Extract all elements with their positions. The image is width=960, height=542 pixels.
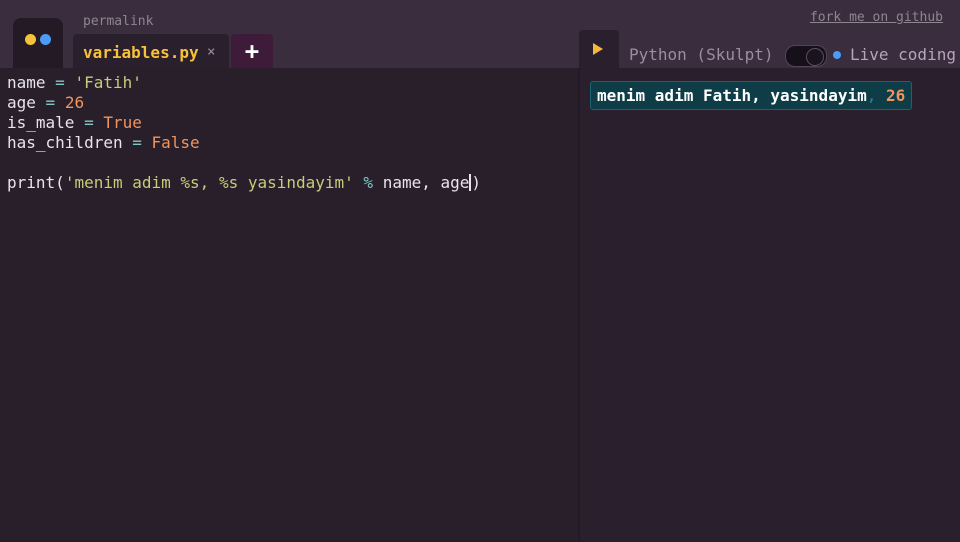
code-token: ( [55,173,65,192]
code-token: 'menim adim %s, %s yasindayim' [64,173,354,192]
live-coding-toggle[interactable] [785,45,827,67]
code-token: is_male [7,113,75,132]
engine-label: Python (Skulpt) [629,45,774,64]
code-line[interactable]: print('menim adim %s, %s yasindayim' % n… [7,173,481,193]
output-result: menim adim Fatih, yasindayim, 26 [590,81,913,110]
code-token: ) [471,173,482,192]
code-token: name, age [382,173,470,192]
close-icon[interactable]: × [207,44,215,60]
code-token: 'Fatih' [74,73,142,92]
tab-variables-py[interactable]: variables.py × [73,34,229,68]
code-line[interactable]: name = 'Fatih' [7,73,142,93]
app-logo[interactable] [13,18,63,68]
yellow-dot-icon [25,34,36,45]
code-token: age [7,93,36,112]
output-pane [580,68,960,542]
code-token: False [151,133,200,152]
code-line[interactable]: has_children = False [7,133,200,153]
add-tab-button[interactable]: + [231,34,273,68]
code-line[interactable]: age = 26 [7,93,84,113]
code-token: has_children [7,133,123,152]
code-token: = [45,73,75,92]
output-value: 26 [886,86,906,105]
fork-on-github-link[interactable]: fork me on github [810,10,943,25]
permalink-link[interactable]: permalink [83,14,153,29]
code-token: True [103,113,142,132]
top-bar: permalink fork me on github variables.py… [0,0,960,68]
live-coding-label: Live coding [850,45,956,64]
output-text: menim adim Fatih, yasindayim [597,86,867,105]
code-token: % [353,173,383,192]
code-editor[interactable]: name = 'Fatih' age = 26 is_male = True has_… [0,68,578,542]
code-token: = [122,133,152,152]
toggle-knob [806,48,824,66]
code-token: name [7,73,46,92]
output-separator: , [866,86,877,105]
code-token: = [35,93,65,112]
play-icon [593,43,603,55]
code-token: print [7,173,56,192]
code-token: = [74,113,104,132]
code-line[interactable]: is_male = True [7,113,142,133]
tab-label: variables.py [83,43,199,62]
code-token: 26 [64,93,85,112]
blue-dot-icon [40,34,51,45]
run-button[interactable] [579,30,619,68]
live-indicator-icon [833,51,841,59]
